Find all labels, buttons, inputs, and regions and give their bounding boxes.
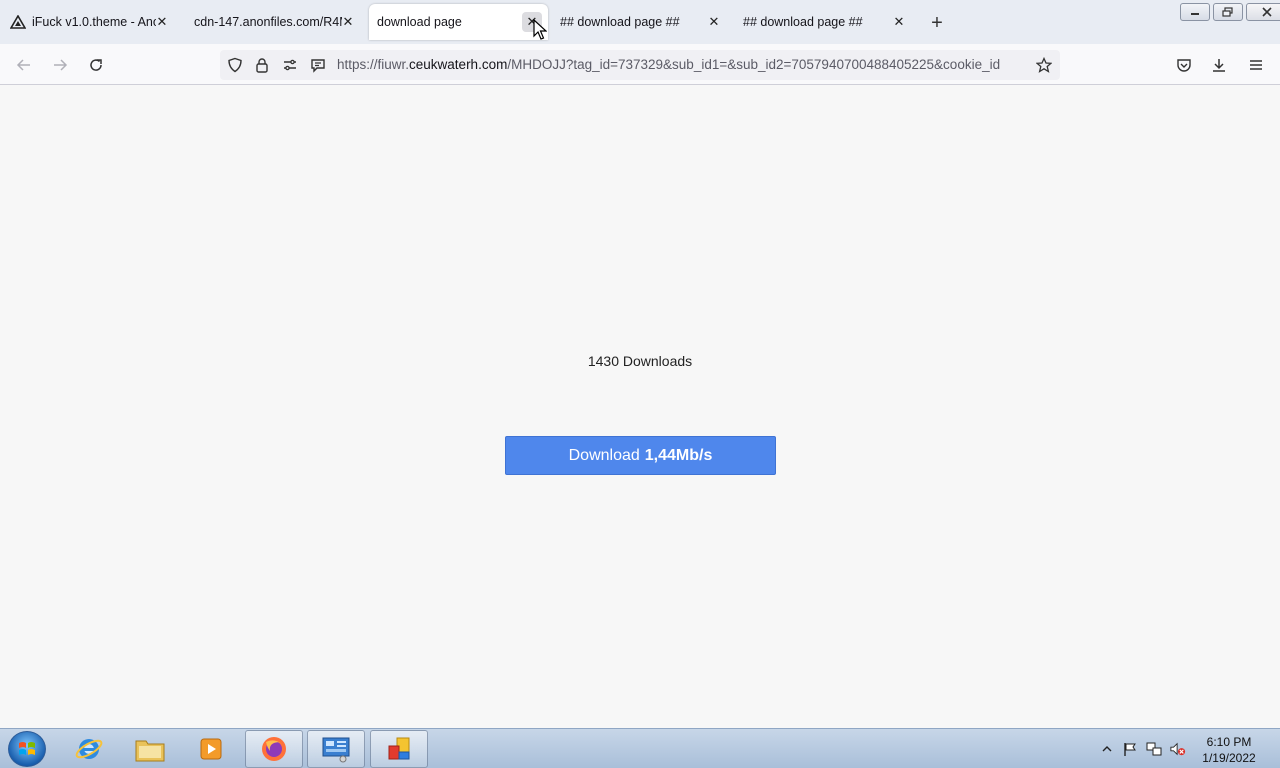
- download-button[interactable]: Download 1,44Mb/s: [505, 436, 776, 475]
- bookmark-star-icon[interactable]: [1035, 56, 1053, 74]
- tab-3-active[interactable]: download page ✕: [369, 4, 548, 40]
- tab-title: iFuck v1.0.theme - Anon: [32, 15, 156, 29]
- internet-explorer-taskbar-button[interactable]: [60, 730, 118, 768]
- action-center-flag-icon[interactable]: [1122, 741, 1138, 757]
- firefox-taskbar-button[interactable]: [245, 730, 303, 768]
- back-arrow-icon: [16, 59, 30, 71]
- reload-icon: [90, 59, 102, 71]
- control-panel-taskbar-button[interactable]: [307, 730, 365, 768]
- file-explorer-taskbar-button[interactable]: [121, 730, 179, 768]
- navigation-toolbar: https://fiuwr.ceukwaterh.com/MHDOJJ?tag_…: [0, 44, 1280, 85]
- tracking-shield-icon[interactable]: [226, 56, 244, 74]
- firefox-icon: [262, 737, 286, 761]
- close-tab-icon[interactable]: ✕: [338, 12, 358, 32]
- tab-1[interactable]: iFuck v1.0.theme - Anon ✕: [6, 4, 182, 40]
- forward-arrow-icon: [54, 59, 68, 71]
- clock-time: 6:10 PM: [1206, 735, 1252, 749]
- url-prefix: https://fiuwr.: [337, 57, 410, 72]
- url-domain: ceukwaterh.com: [409, 57, 508, 72]
- downloads-button[interactable]: [1206, 52, 1232, 78]
- url-path: /MHDOJJ?tag_id=737329&sub_id1=&sub_id2=7…: [507, 57, 1001, 72]
- tab-title: cdn-147.anonfiles.com/R4M: [194, 15, 342, 29]
- close-window-button[interactable]: [1246, 3, 1280, 21]
- download-speed: 1,44Mb/s: [644, 446, 713, 464]
- address-bar[interactable]: https://fiuwr.ceukwaterh.com/MHDOJJ?tag_…: [220, 50, 1060, 80]
- network-icon[interactable]: [1146, 741, 1162, 757]
- page-content: 1430 Downloads Download 1,44Mb/s: [0, 85, 1280, 728]
- forward-button[interactable]: [47, 52, 73, 78]
- app-menu-button[interactable]: [1243, 52, 1269, 78]
- lock-icon[interactable]: [253, 56, 271, 74]
- media-player-icon: [200, 738, 222, 760]
- pocket-icon: [1177, 59, 1191, 72]
- permissions-icon[interactable]: [281, 56, 299, 74]
- back-button[interactable]: [11, 52, 37, 78]
- folder-icon: [135, 740, 165, 762]
- control-panel-icon: [322, 737, 350, 763]
- app-window-icon: [388, 737, 410, 760]
- minimize-button[interactable]: [1180, 3, 1210, 21]
- url-text[interactable]: https://fiuwr.ceukwaterh.com/MHDOJJ?tag_…: [337, 57, 1027, 72]
- tab-title: download page: [377, 15, 462, 29]
- close-tab-icon[interactable]: ✕: [704, 12, 724, 32]
- close-icon: [1262, 7, 1272, 17]
- new-tab-button[interactable]: +: [926, 12, 948, 34]
- restore-icon: [1222, 7, 1233, 17]
- download-arrow-icon: [1213, 59, 1225, 72]
- close-tab-icon[interactable]: ✕: [889, 12, 909, 32]
- internet-explorer-icon: [75, 739, 103, 759]
- tab-strip: iFuck v1.0.theme - Anon ✕ cdn-147.anonfi…: [0, 0, 1280, 44]
- volume-muted-icon[interactable]: [1170, 741, 1186, 757]
- reload-button[interactable]: [83, 52, 109, 78]
- media-player-taskbar-button[interactable]: [182, 730, 240, 768]
- app-taskbar-button[interactable]: [370, 730, 428, 768]
- reader-view-icon[interactable]: [309, 56, 327, 74]
- show-hidden-icons-icon[interactable]: [1099, 741, 1115, 757]
- tab-4[interactable]: ## download page ## ✕: [552, 4, 728, 40]
- tab-title: ## download page ##: [743, 15, 863, 29]
- start-button[interactable]: [8, 731, 46, 767]
- restore-button[interactable]: [1213, 3, 1243, 21]
- windows-logo-icon: [19, 742, 35, 755]
- tab-2[interactable]: cdn-147.anonfiles.com/R4M ✕: [186, 4, 362, 40]
- close-tab-icon[interactable]: ✕: [152, 12, 172, 32]
- download-label: Download: [568, 446, 640, 464]
- tab-5[interactable]: ## download page ## ✕: [735, 4, 911, 40]
- hamburger-menu-icon: [1250, 60, 1262, 70]
- pocket-button[interactable]: [1171, 52, 1197, 78]
- downloads-count: 1430 Downloads: [587, 353, 693, 369]
- taskbar: 6:10 PM 1/19/2022: [0, 728, 1280, 768]
- mouse-cursor-icon: [533, 19, 547, 40]
- anonfiles-icon: [10, 14, 26, 30]
- system-clock[interactable]: 6:10 PM 1/19/2022: [1194, 734, 1264, 766]
- clock-date: 1/19/2022: [1202, 751, 1256, 765]
- tab-title: ## download page ##: [560, 15, 680, 29]
- minimize-icon: [1191, 13, 1199, 15]
